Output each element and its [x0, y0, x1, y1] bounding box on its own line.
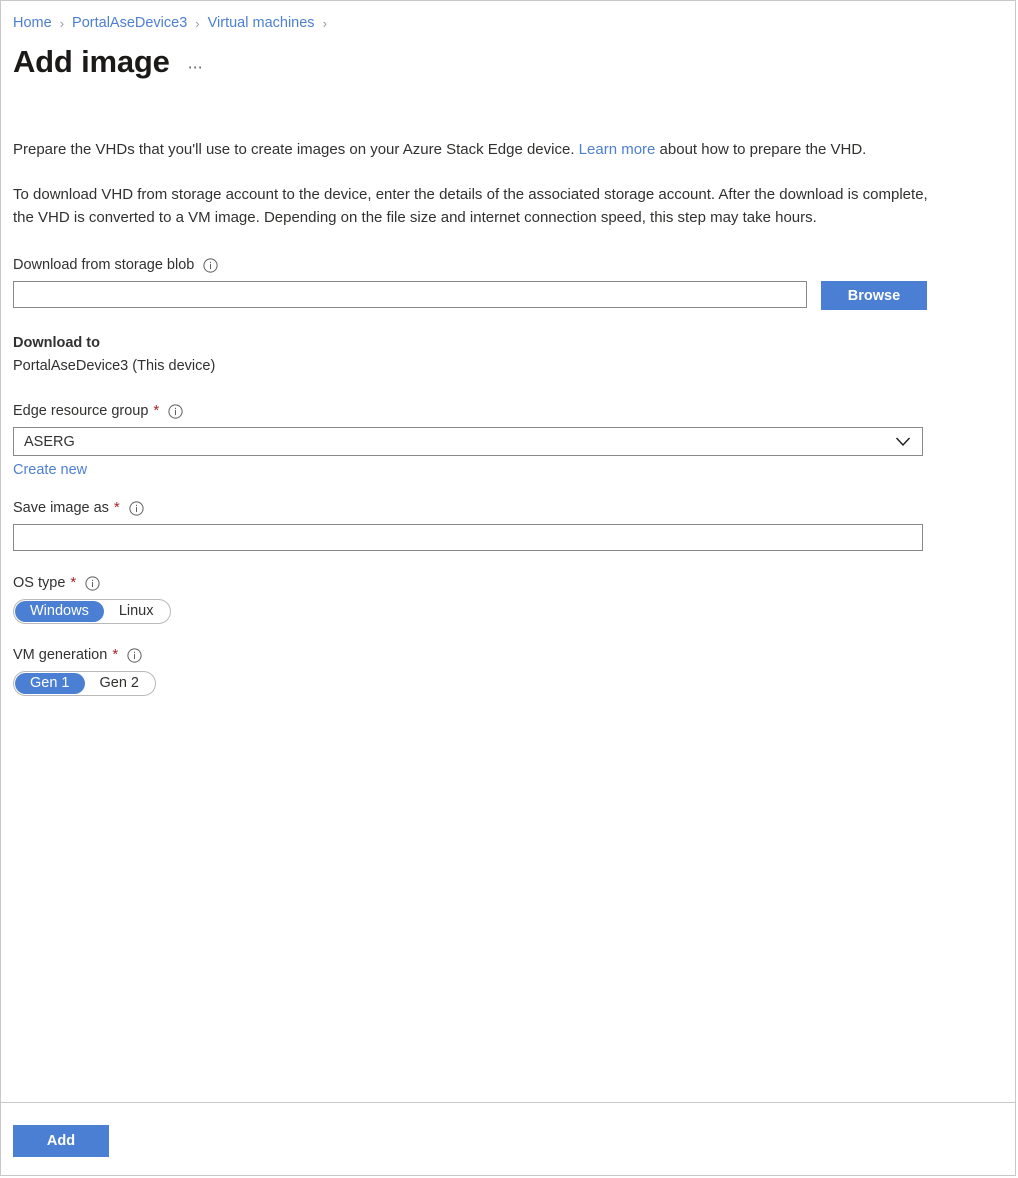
vm-generation-toggle: Gen 1 Gen 2 — [13, 671, 156, 696]
vm-generation-label-row: VM generation * — [13, 645, 1003, 665]
os-type-toggle: Windows Linux — [13, 599, 171, 624]
save-image-as-input[interactable] — [13, 524, 923, 551]
breadcrumb-separator-icon: › — [195, 16, 199, 31]
required-marker: * — [153, 404, 159, 418]
save-image-as-label-row: Save image as * — [13, 498, 1003, 518]
required-marker: * — [70, 576, 76, 590]
vm-generation-option-gen1[interactable]: Gen 1 — [15, 673, 85, 694]
more-options-icon[interactable]: ⋯ — [188, 58, 205, 76]
os-type-label: OS type — [13, 575, 65, 591]
storage-blob-input[interactable] — [13, 281, 807, 308]
storage-blob-label: Download from storage blob — [13, 257, 194, 273]
create-new-link[interactable]: Create new — [13, 462, 87, 478]
breadcrumb-item-virtual-machines[interactable]: Virtual machines — [208, 15, 315, 31]
storage-blob-field: Download from storage blob Browse — [13, 255, 1003, 310]
storage-blob-input-row: Browse — [13, 281, 1003, 310]
description-text-1b: about how to prepare the VHD. — [655, 141, 866, 158]
info-icon[interactable] — [129, 501, 144, 516]
browse-button[interactable]: Browse — [821, 281, 927, 310]
learn-more-link[interactable]: Learn more — [579, 141, 656, 158]
title-row: Add image ⋯ — [13, 41, 1003, 83]
required-marker: * — [114, 501, 120, 515]
blade-content: Home › PortalAseDevice3 › Virtual machin… — [1, 1, 1015, 1102]
info-icon[interactable] — [168, 404, 183, 419]
save-image-as-label: Save image as — [13, 500, 109, 516]
download-to-value: PortalAseDevice3 (This device) — [13, 356, 1003, 377]
info-icon[interactable] — [127, 648, 142, 663]
vm-generation-option-gen2[interactable]: Gen 2 — [85, 673, 155, 694]
breadcrumb: Home › PortalAseDevice3 › Virtual machin… — [13, 1, 1003, 33]
os-type-label-row: OS type * — [13, 573, 1003, 593]
info-icon[interactable] — [203, 258, 218, 273]
download-to-label: Download to — [13, 333, 1003, 354]
edge-resource-group-select[interactable]: ASERG — [13, 427, 923, 456]
breadcrumb-separator-icon: › — [323, 16, 327, 31]
breadcrumb-separator-icon: › — [60, 16, 64, 31]
description-text-1a: Prepare the VHDs that you'll use to crea… — [13, 141, 579, 158]
add-image-blade: Home › PortalAseDevice3 › Virtual machin… — [0, 0, 1016, 1176]
edge-resource-group-field: Edge resource group * ASERG — [13, 401, 1003, 479]
breadcrumb-item-home[interactable]: Home — [13, 15, 52, 31]
os-type-field: OS type * Windows Linux — [13, 573, 1003, 624]
os-type-option-windows[interactable]: Windows — [15, 601, 104, 622]
description-paragraph-1: Prepare the VHDs that you'll use to crea… — [13, 138, 933, 161]
edge-resource-group-label: Edge resource group — [13, 403, 148, 419]
page-title: Add image — [13, 43, 170, 81]
vm-generation-field: VM generation * Gen 1 Gen 2 — [13, 645, 1003, 696]
edge-resource-group-selected-value: ASERG — [24, 434, 75, 450]
os-type-option-linux[interactable]: Linux — [104, 601, 169, 622]
edge-resource-group-label-row: Edge resource group * — [13, 401, 1003, 421]
save-image-as-field: Save image as * — [13, 498, 1003, 551]
storage-blob-label-row: Download from storage blob — [13, 255, 1003, 275]
vm-generation-label: VM generation — [13, 647, 107, 663]
info-icon[interactable] — [85, 576, 100, 591]
description-paragraph-2: To download VHD from storage account to … — [13, 183, 933, 229]
edge-resource-group-select-wrap: ASERG — [13, 427, 923, 456]
required-marker: * — [112, 648, 118, 662]
breadcrumb-item-device[interactable]: PortalAseDevice3 — [72, 15, 187, 31]
add-button[interactable]: Add — [13, 1125, 109, 1157]
blade-footer: Add — [1, 1102, 1015, 1175]
download-to-field: Download to PortalAseDevice3 (This devic… — [13, 333, 1003, 377]
